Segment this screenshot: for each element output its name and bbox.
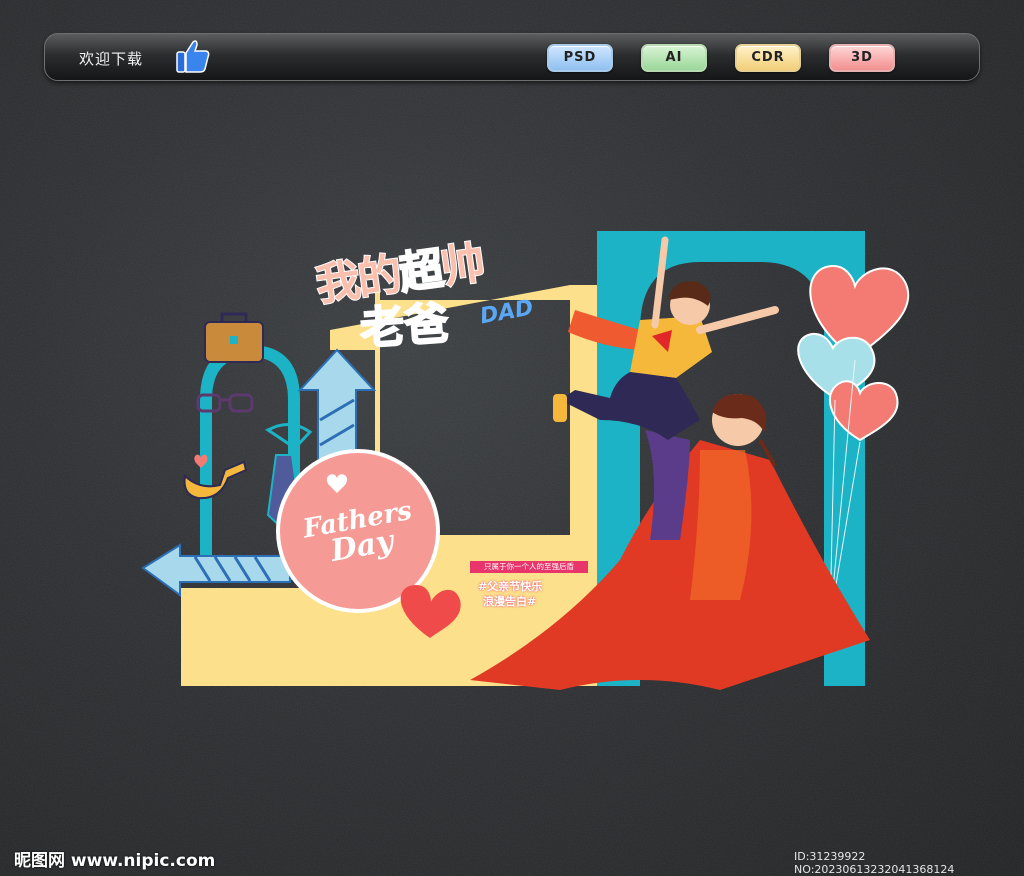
left-arrow: [141, 543, 291, 597]
small-caption: 只属于你一个人的至强后盾: [470, 561, 588, 573]
image-id-watermark: ID:31239922 NO:20230613232041368124: [794, 850, 955, 876]
title-line-2: 老爸: [358, 297, 451, 356]
briefcase-icon: [204, 312, 264, 363]
title-part-shuai: 帅: [437, 237, 488, 295]
nipic-watermark: 昵图网 www.nipic.com: [14, 851, 216, 871]
tag-line-1: #父亲节快乐: [478, 580, 543, 593]
fathers-day-photo-wall: [141, 231, 910, 690]
pipe-icon: [183, 454, 248, 500]
tag-line-2: 浪漫告白#: [483, 595, 537, 608]
